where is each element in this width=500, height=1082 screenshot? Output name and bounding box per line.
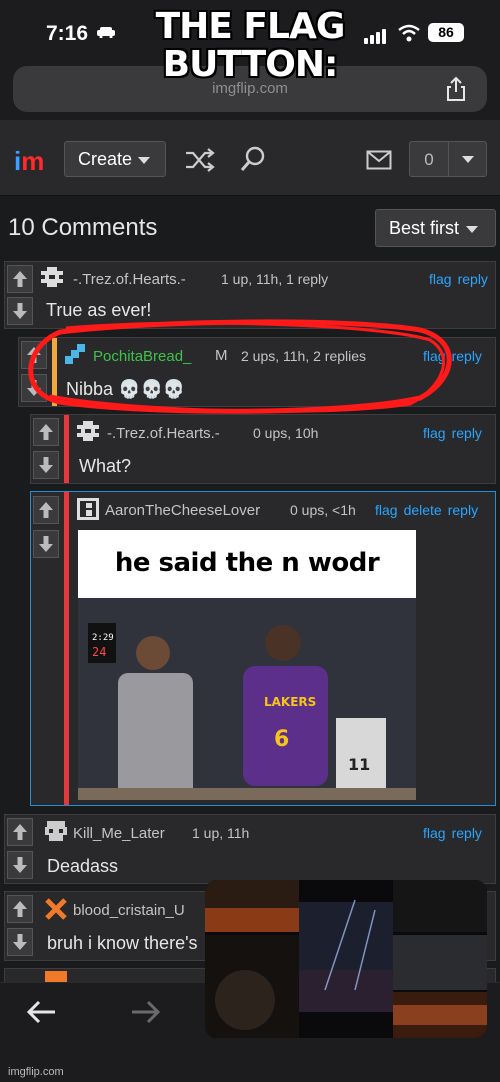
comment-meta: 0 ups, <1h xyxy=(290,502,356,518)
comments-title: 10 Comments xyxy=(8,214,158,241)
comment-username[interactable]: AaronTheCheeseLover xyxy=(105,502,260,519)
upvote-button[interactable] xyxy=(33,496,59,524)
chevron-down-icon xyxy=(466,225,479,233)
downvote-icon xyxy=(39,536,53,552)
reply-bar xyxy=(64,492,69,805)
comment-username[interactable]: -.Trez.of.Hearts.- xyxy=(107,425,220,442)
share-icon[interactable] xyxy=(445,76,467,102)
flag-link[interactable]: flag xyxy=(423,825,446,841)
vote-controls xyxy=(31,415,61,483)
comment-meta: 1 up, 11h xyxy=(192,825,250,841)
svg-text:LAKERS: LAKERS xyxy=(264,695,316,709)
downvote-button[interactable] xyxy=(33,530,59,558)
downvote-icon xyxy=(39,457,53,473)
downvote-button[interactable] xyxy=(7,928,33,956)
sort-label: Best first xyxy=(389,218,460,238)
red-circle-annotation xyxy=(28,319,452,414)
avatar[interactable] xyxy=(77,498,99,520)
search-icon[interactable] xyxy=(240,146,266,174)
upvote-icon xyxy=(13,271,27,287)
vote-controls xyxy=(5,892,35,960)
comment-meme-image[interactable]: he said the n wodr 2:29 24 LAKERS 6 11 xyxy=(78,530,416,800)
create-label: Create xyxy=(78,149,133,169)
avatar[interactable] xyxy=(77,421,99,443)
downvote-icon xyxy=(13,857,27,873)
meme-image-caption: he said the n wodr xyxy=(78,530,416,598)
delete-link[interactable]: delete xyxy=(404,502,442,518)
wifi-icon xyxy=(398,24,420,42)
comment-username[interactable]: Kill_Me_Later xyxy=(73,825,165,842)
forward-arrow-icon[interactable] xyxy=(130,998,162,1026)
upvote-button[interactable] xyxy=(7,818,33,846)
reply-link[interactable]: reply xyxy=(452,825,482,841)
reply-link[interactable]: reply xyxy=(452,425,482,441)
flag-link[interactable]: flag xyxy=(429,271,452,287)
svg-text:6: 6 xyxy=(274,727,289,752)
svg-text:2:29: 2:29 xyxy=(92,633,114,643)
upvote-button[interactable] xyxy=(7,895,33,923)
watermark: imgflip.com xyxy=(8,1066,64,1078)
notif-count: 0 xyxy=(424,150,434,169)
downvote-button[interactable] xyxy=(7,851,33,879)
upvote-button[interactable] xyxy=(7,265,33,293)
signal-icon xyxy=(364,26,388,44)
sort-dropdown[interactable]: Best first xyxy=(375,209,496,247)
comment-text: bruh i know there's xyxy=(47,933,198,953)
comment-username[interactable]: -.Trez.of.Hearts.- xyxy=(73,271,186,288)
picture-in-picture-overlay[interactable] xyxy=(205,880,487,1038)
svg-text:11: 11 xyxy=(348,755,370,774)
upvote-icon xyxy=(13,901,27,917)
flag-link[interactable]: flag xyxy=(375,502,398,518)
upvote-icon xyxy=(39,424,53,440)
battery-indicator: 86 xyxy=(428,23,464,42)
status-time: 7:16 xyxy=(46,22,89,45)
upvote-icon xyxy=(39,502,53,518)
meme-photo: 2:29 24 LAKERS 6 11 xyxy=(78,598,416,800)
comment-meta: 1 up, 11h, 1 reply xyxy=(221,271,329,287)
create-button[interactable]: Create xyxy=(64,141,166,177)
avatar[interactable] xyxy=(45,898,67,920)
upvote-button[interactable] xyxy=(33,418,59,446)
comment-text: Deadass xyxy=(47,856,119,876)
avatar[interactable] xyxy=(45,821,67,843)
upvote-icon xyxy=(13,824,27,840)
divider xyxy=(448,142,449,176)
vote-controls xyxy=(5,815,35,883)
comment: Kill_Me_Later 1 up, 11h flag reply Deadas… xyxy=(4,814,496,884)
reply-link[interactable]: reply xyxy=(458,271,488,287)
comment-username[interactable]: blood_cristain_U xyxy=(73,902,185,919)
mail-icon[interactable] xyxy=(366,150,392,170)
downvote-button[interactable] xyxy=(33,451,59,479)
svg-text:24: 24 xyxy=(92,645,106,659)
chevron-down-icon xyxy=(138,156,151,164)
comment-meta: 0 ups, 10h xyxy=(253,425,319,441)
site-logo[interactable]: im xyxy=(14,146,44,177)
flag-link[interactable]: flag xyxy=(423,425,446,441)
reply-link[interactable]: reply xyxy=(448,502,478,518)
back-arrow-icon[interactable] xyxy=(25,998,57,1026)
car-icon xyxy=(97,27,115,38)
avatar[interactable] xyxy=(41,267,63,289)
shuffle-icon[interactable] xyxy=(184,147,216,173)
meme-caption: THE FLAG BUTTON: xyxy=(155,6,346,85)
reply-bar xyxy=(64,415,69,483)
vote-controls xyxy=(31,492,61,805)
reply-link[interactable]: reply xyxy=(452,348,482,364)
comment: -.Trez.of.Hearts.- 0 ups, 10h flag reply … xyxy=(30,414,496,484)
comment-text: What? xyxy=(79,456,132,476)
chevron-down-icon[interactable] xyxy=(462,156,474,163)
notifications-button[interactable]: 0 xyxy=(409,141,487,177)
downvote-icon xyxy=(13,934,27,950)
